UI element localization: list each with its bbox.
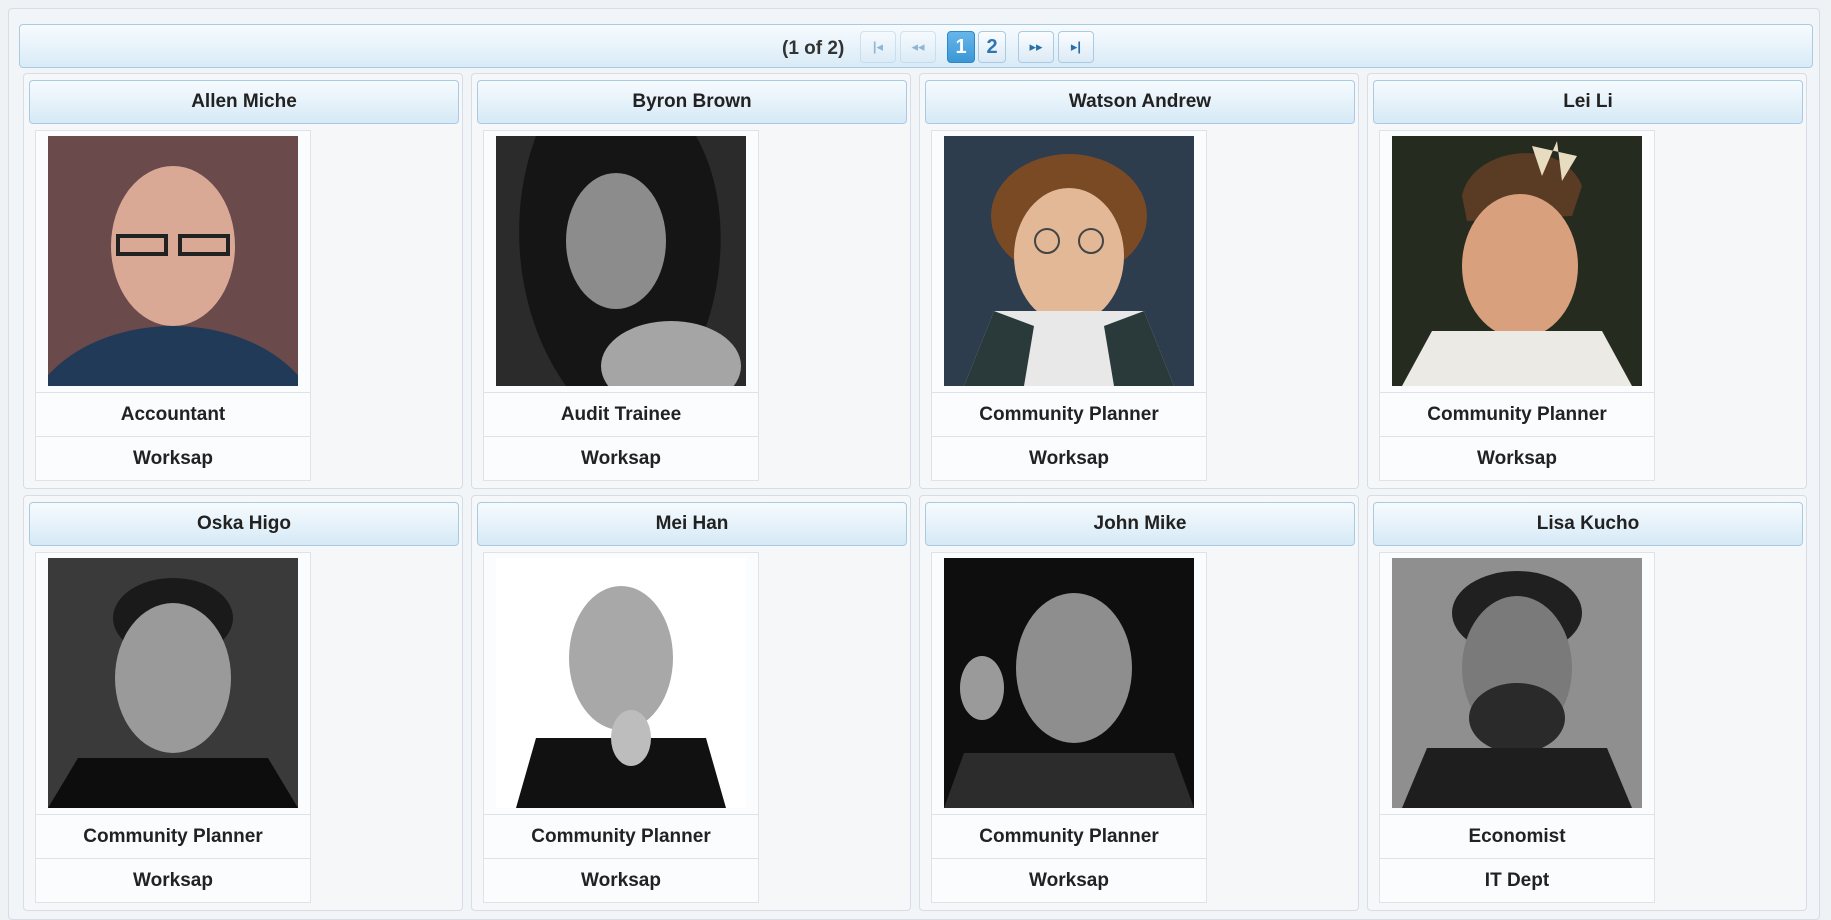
- previous-page-button[interactable]: ◂◂: [900, 31, 936, 63]
- employee-title: Community Planner: [531, 825, 711, 847]
- employee-card: Byron Brown Audit Trainee Worksap: [471, 73, 911, 489]
- employee-title: Community Planner: [979, 825, 1159, 847]
- employee-photo: [48, 136, 298, 386]
- last-page-icon: ▸|: [1070, 39, 1082, 54]
- employee-details: Community Planner Worksap: [1379, 130, 1655, 481]
- employee-dept: Worksap: [36, 858, 310, 902]
- employee-card: Oska Higo Community Planner Worksap: [23, 495, 463, 911]
- next-page-icon: ▸▸: [1029, 39, 1043, 54]
- last-page-button[interactable]: ▸|: [1058, 31, 1094, 63]
- employee-details: Accountant Worksap: [35, 130, 311, 481]
- page-status: (1 of 2): [782, 38, 845, 59]
- employee-dept: IT Dept: [1380, 858, 1654, 902]
- next-page-button[interactable]: ▸▸: [1018, 31, 1054, 63]
- first-page-icon: |◂: [872, 39, 884, 54]
- employee-card: Watson Andrew Community Planner Worksap: [919, 73, 1359, 489]
- employee-dept: Worksap: [36, 436, 310, 480]
- employee-details: Community Planner Worksap: [931, 130, 1207, 481]
- employee-photo: [496, 558, 746, 808]
- employee-dept: Worksap: [932, 858, 1206, 902]
- employee-details: Community Planner Worksap: [931, 552, 1207, 903]
- paginator: (1 of 2) |◂ ◂◂ 1 2 ▸▸ ▸|: [19, 24, 1813, 68]
- employee-dept: Worksap: [484, 436, 758, 480]
- employee-photo: [1392, 136, 1642, 386]
- employee-details: Audit Trainee Worksap: [483, 130, 759, 481]
- employee-title: Community Planner: [1427, 403, 1607, 425]
- first-page-button[interactable]: |◂: [860, 31, 896, 63]
- employee-grid: Allen Miche Accountant Worksap Byron Bro…: [19, 70, 1813, 918]
- employee-details: Economist IT Dept: [1379, 552, 1655, 903]
- employee-card: Lisa Kucho Economist IT Dept: [1367, 495, 1807, 911]
- employee-name: Lisa Kucho: [1373, 502, 1803, 546]
- previous-page-icon: ◂◂: [911, 39, 925, 54]
- employee-name: Allen Miche: [29, 80, 459, 124]
- employee-title: Accountant: [120, 403, 226, 425]
- employee-name: Watson Andrew: [925, 80, 1355, 124]
- employee-title: Economist: [1468, 825, 1566, 847]
- employee-card: John Mike Community Planner Worksap: [919, 495, 1359, 911]
- employee-title: Community Planner: [979, 403, 1159, 425]
- employee-name: John Mike: [925, 502, 1355, 546]
- employee-card: Allen Miche Accountant Worksap: [23, 73, 463, 489]
- page-1-button[interactable]: 1: [947, 31, 975, 63]
- employee-photo: [1392, 558, 1642, 808]
- employee-details: Community Planner Worksap: [483, 552, 759, 903]
- employee-details: Community Planner Worksap: [35, 552, 311, 903]
- page-2-button[interactable]: 2: [978, 31, 1006, 63]
- employee-card: Mei Han Community Planner Worksap: [471, 495, 911, 911]
- employee-name: Lei Li: [1373, 80, 1803, 124]
- employee-dept: Worksap: [932, 436, 1206, 480]
- employee-name: Mei Han: [477, 502, 907, 546]
- employee-title: Community Planner: [83, 825, 263, 847]
- employee-photo: [496, 136, 746, 386]
- employee-photo: [944, 136, 1194, 386]
- employee-dept: Worksap: [1380, 436, 1654, 480]
- employee-name: Oska Higo: [29, 502, 459, 546]
- employee-card: Lei Li Community Planner Worksap: [1367, 73, 1807, 489]
- employee-photo: [48, 558, 298, 808]
- employee-name: Byron Brown: [477, 80, 907, 124]
- employee-photo: [944, 558, 1194, 808]
- employee-title: Audit Trainee: [560, 403, 682, 425]
- employee-dept: Worksap: [484, 858, 758, 902]
